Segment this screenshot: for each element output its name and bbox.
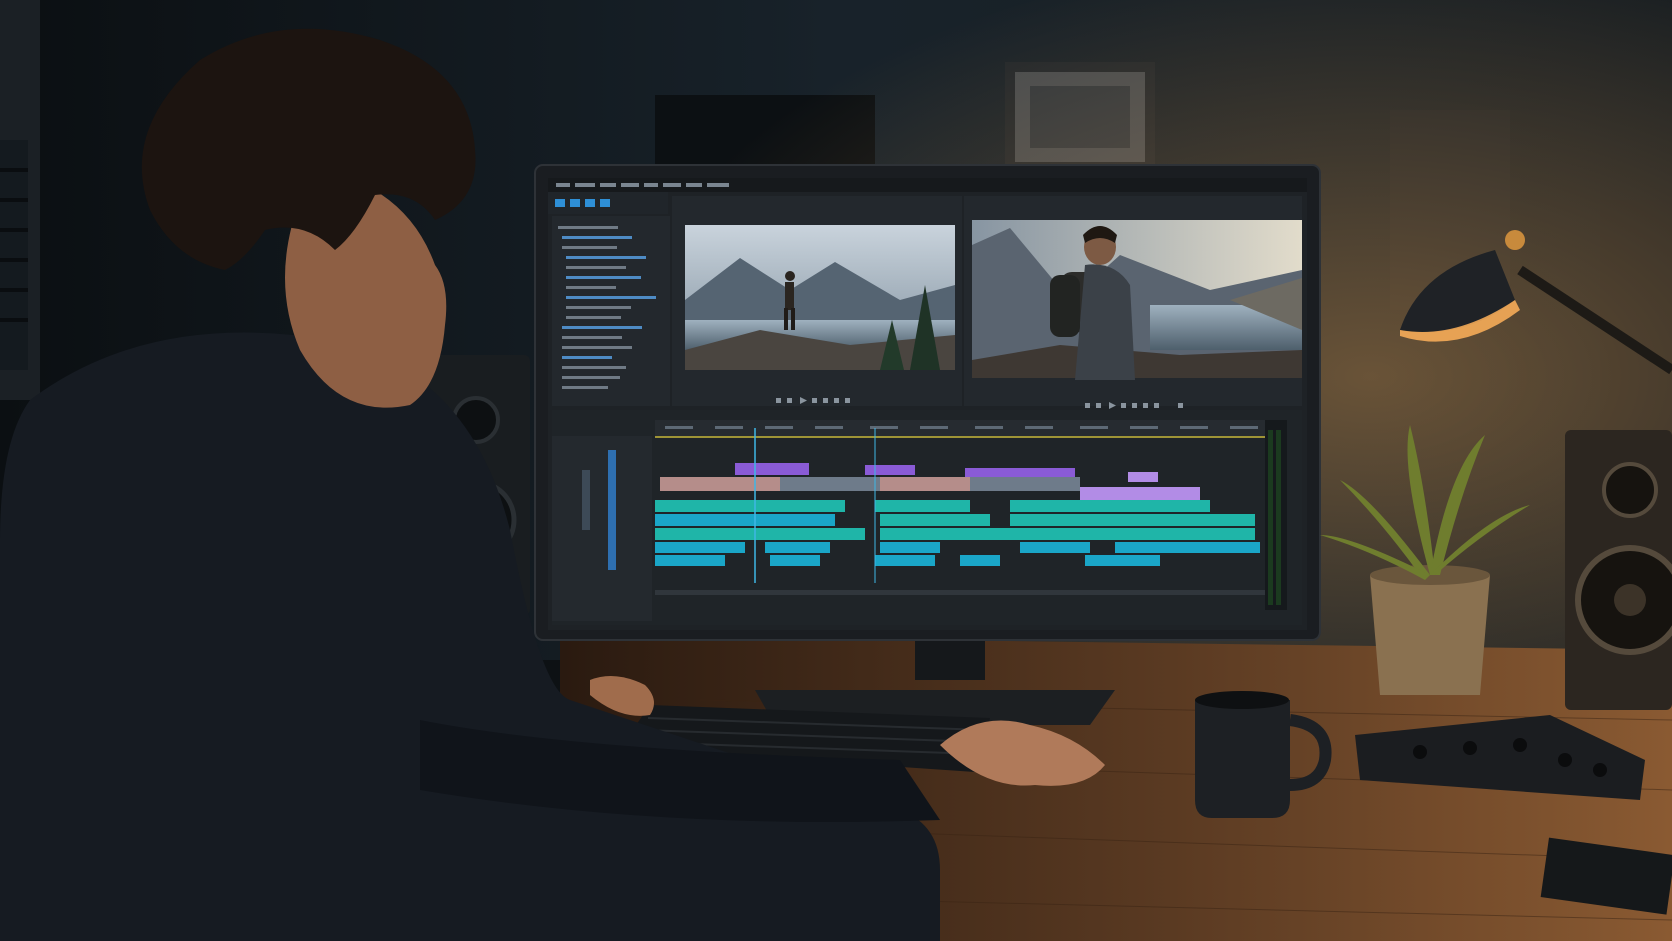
menu-bar[interactable] bbox=[548, 178, 1307, 192]
editing-room-scene bbox=[0, 0, 1672, 941]
speaker-right bbox=[1565, 430, 1672, 710]
program-frame bbox=[972, 220, 1302, 380]
track-headers[interactable] bbox=[552, 436, 652, 621]
source-frame bbox=[685, 225, 955, 370]
timeline-ruler[interactable] bbox=[655, 420, 1265, 436]
editor-ui bbox=[548, 178, 1307, 630]
source-transport[interactable] bbox=[776, 397, 850, 404]
timeline-scrollbar[interactable] bbox=[655, 590, 1265, 595]
